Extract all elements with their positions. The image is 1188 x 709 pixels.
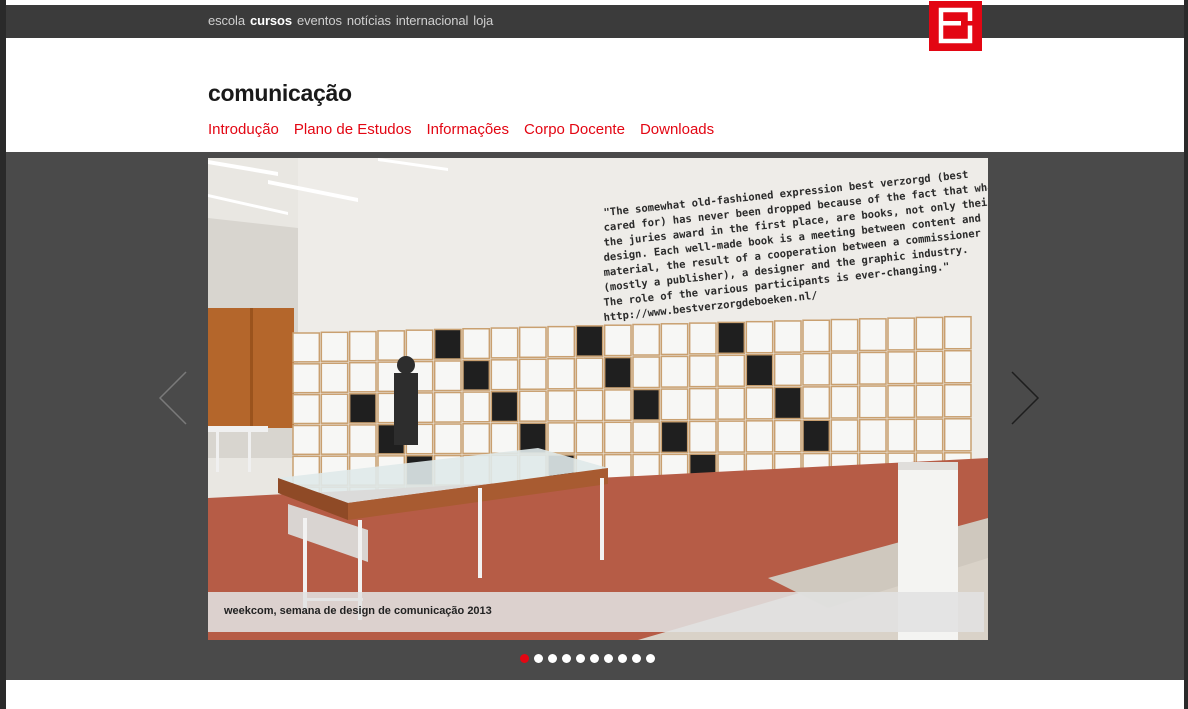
slider-dot[interactable] xyxy=(562,654,571,663)
slider-dot[interactable] xyxy=(576,654,585,663)
slide-caption-text: weekcom, semana de design de comunicação… xyxy=(224,605,492,617)
subnav-downloads[interactable]: Downloads xyxy=(640,121,714,138)
brand-logo-icon[interactable] xyxy=(929,1,982,51)
nav-internacional[interactable]: internacional xyxy=(396,13,469,28)
slide-caption: weekcom, semana de design de comunicação… xyxy=(208,592,984,632)
slide-image: "The somewhat old-fashioned expression b… xyxy=(208,158,988,640)
slider-dot[interactable] xyxy=(548,654,557,663)
slider-dot[interactable] xyxy=(632,654,641,663)
exhibition-photo: "The somewhat old-fashioned expression b… xyxy=(208,158,988,640)
main-nav: escola cursos eventos notícias internaci… xyxy=(208,13,493,28)
nav-eventos[interactable]: eventos xyxy=(297,13,342,28)
image-slider: "The somewhat old-fashioned expression b… xyxy=(6,152,1184,680)
slider-dot[interactable] xyxy=(590,654,599,663)
chevron-right-icon[interactable] xyxy=(1004,368,1044,428)
subnav-introducao[interactable]: Introdução xyxy=(208,121,279,138)
subnav-plano-de-estudos[interactable]: Plano de Estudos xyxy=(294,121,412,138)
slider-dot[interactable] xyxy=(534,654,543,663)
section-subnav: Introdução Plano de Estudos Informações … xyxy=(208,121,714,138)
nav-cursos[interactable]: cursos xyxy=(250,13,292,28)
frame-right xyxy=(1184,0,1188,709)
slider-dot[interactable] xyxy=(520,654,529,663)
subnav-corpo-docente[interactable]: Corpo Docente xyxy=(524,121,625,138)
page-title: comunicação xyxy=(208,80,352,106)
chevron-left-icon[interactable] xyxy=(154,368,194,428)
slider-dot[interactable] xyxy=(618,654,627,663)
subnav-informacoes[interactable]: Informações xyxy=(426,121,509,138)
slider-pagination xyxy=(520,654,655,663)
nav-noticias[interactable]: notícias xyxy=(347,13,391,28)
nav-loja[interactable]: loja xyxy=(473,13,493,28)
slider-dot[interactable] xyxy=(646,654,655,663)
slider-dot[interactable] xyxy=(604,654,613,663)
top-navigation-bar: escola cursos eventos notícias internaci… xyxy=(6,5,1184,38)
nav-escola[interactable]: escola xyxy=(208,13,245,28)
